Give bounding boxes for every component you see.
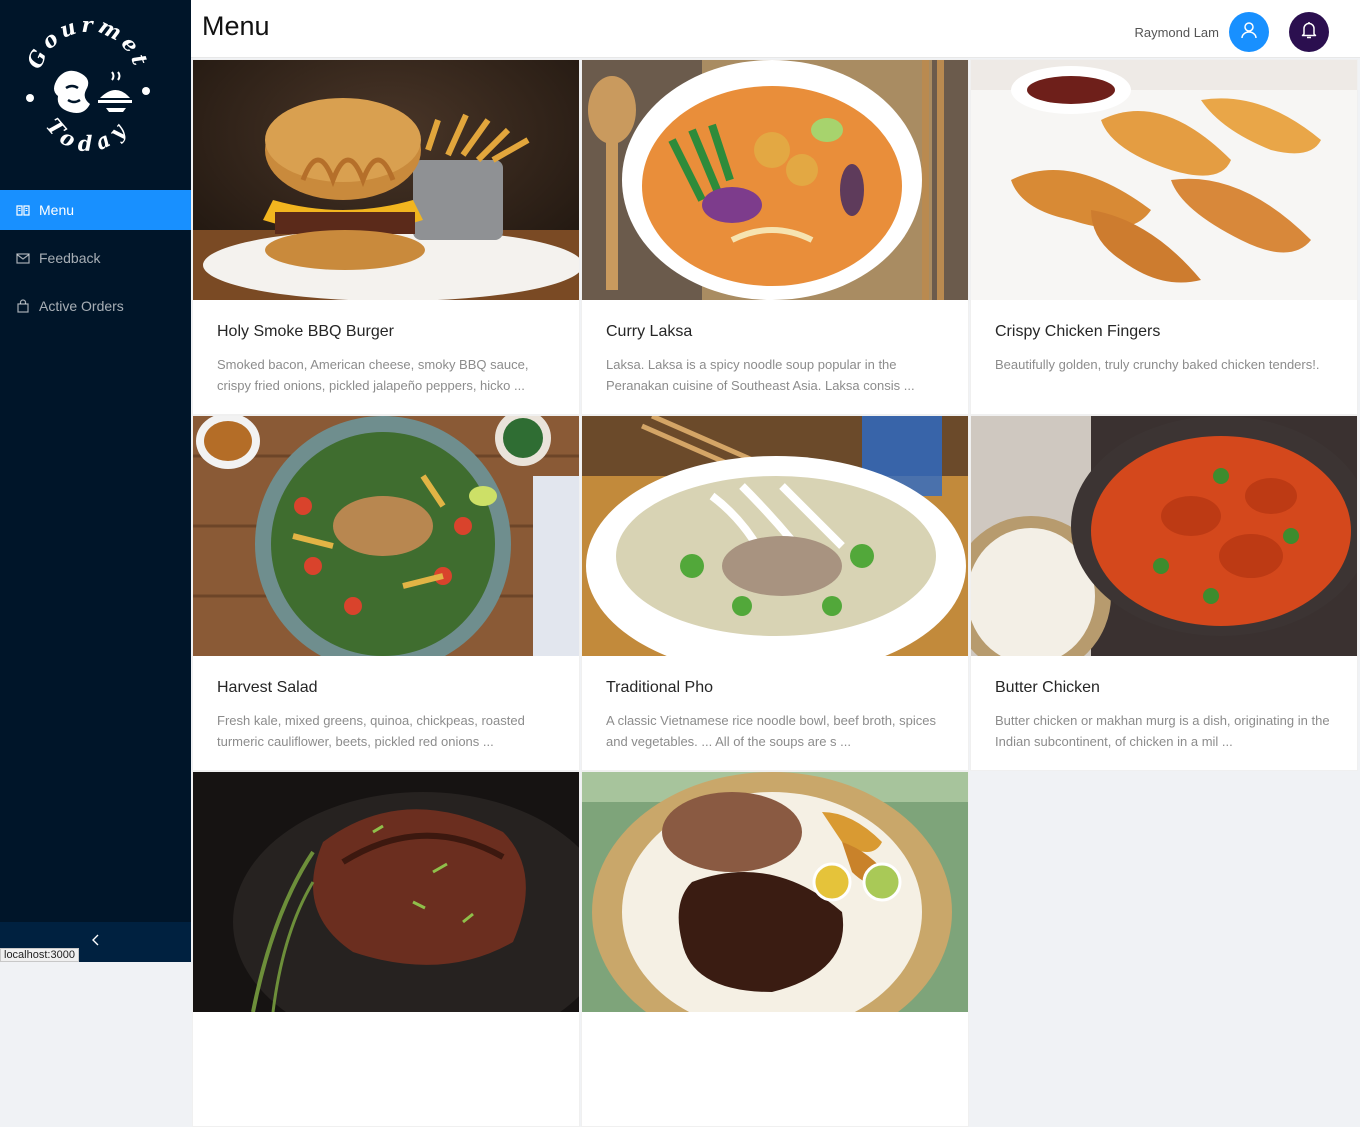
menu-item-description: Laksa. Laksa is a spicy noodle soup popu… bbox=[606, 357, 915, 393]
bell-icon bbox=[1299, 20, 1319, 45]
sidebar-item-active-orders[interactable]: Active Orders bbox=[0, 286, 191, 326]
sidebar: Gourmet Today Menu Feedback Active Order… bbox=[0, 0, 191, 962]
food-image bbox=[193, 416, 579, 656]
book-icon bbox=[16, 203, 30, 217]
shopping-bag-icon bbox=[16, 299, 30, 313]
svg-text:Gourmet: Gourmet bbox=[22, 18, 155, 72]
menu-item-description: Fresh kale, mixed greens, quinoa, chickp… bbox=[217, 713, 525, 749]
menu-item-title: Crispy Chicken Fingers bbox=[995, 323, 1161, 340]
sidebar-item-feedback[interactable]: Feedback bbox=[0, 238, 191, 278]
svg-text:Today: Today bbox=[41, 113, 135, 156]
browser-status-url: localhost:3000 bbox=[0, 948, 79, 962]
sidebar-item-label: Feedback bbox=[39, 250, 101, 266]
user-avatar-button[interactable] bbox=[1229, 12, 1269, 52]
menu-item-title: Butter Chicken bbox=[995, 679, 1100, 696]
food-image bbox=[971, 416, 1357, 656]
menu-card-bbq-burger[interactable]: Holy Smoke BBQ Burger Smoked bacon, Amer… bbox=[192, 59, 580, 415]
menu-item-description bbox=[217, 1048, 555, 1090]
menu-item-description bbox=[606, 1048, 944, 1090]
food-image bbox=[582, 416, 968, 656]
food-image bbox=[193, 772, 579, 1012]
header: Menu Raymond Lam bbox=[191, 0, 1360, 58]
menu-item-description: Beautifully golden, truly crunchy baked … bbox=[995, 357, 1320, 372]
chevron-left-icon bbox=[91, 933, 101, 951]
food-image bbox=[971, 60, 1357, 300]
menu-card-crispy-chicken-fingers[interactable]: Crispy Chicken Fingers Beautifully golde… bbox=[970, 59, 1358, 415]
page-title: Menu bbox=[202, 11, 270, 41]
menu-item-description: Butter chicken or makhan murg is a dish,… bbox=[995, 713, 1330, 749]
user-name: Raymond Lam bbox=[1134, 25, 1219, 40]
menu-item-description: A classic Vietnamese rice noodle bowl, b… bbox=[606, 713, 936, 749]
food-image bbox=[193, 60, 579, 300]
menu-card-butter-chicken[interactable]: Butter Chicken Butter chicken or makhan … bbox=[970, 415, 1358, 771]
mail-icon bbox=[16, 251, 30, 265]
food-image bbox=[582, 60, 968, 300]
menu-card-curry-laksa[interactable]: Curry Laksa Laksa. Laksa is a spicy nood… bbox=[581, 59, 969, 415]
sidebar-item-menu[interactable]: Menu bbox=[0, 190, 191, 230]
sidebar-item-label: Menu bbox=[39, 202, 75, 218]
menu-item-title: Harvest Salad bbox=[217, 679, 318, 696]
menu-item-title: Traditional Pho bbox=[606, 679, 714, 696]
menu-card-harvest-salad[interactable]: Harvest Salad Fresh kale, mixed greens, … bbox=[192, 415, 580, 771]
sidebar-nav: Menu Feedback Active Orders bbox=[0, 190, 191, 334]
food-image bbox=[582, 772, 968, 1012]
menu-item-title: Curry Laksa bbox=[606, 323, 693, 340]
menu-item-description: Smoked bacon, American cheese, smoky BBQ… bbox=[217, 357, 529, 393]
menu-card-steak[interactable] bbox=[192, 771, 580, 1127]
menu-item-title: Holy Smoke BBQ Burger bbox=[217, 323, 394, 340]
gourmet-today-logo[interactable]: Gourmet Today bbox=[18, 12, 158, 168]
menu-card-jerk-chicken[interactable] bbox=[581, 771, 969, 1127]
user-icon bbox=[1240, 21, 1258, 44]
menu-grid: Holy Smoke BBQ Burger Smoked bacon, Amer… bbox=[191, 58, 1360, 1127]
menu-card-traditional-pho[interactable]: Traditional Pho A classic Vietnamese ric… bbox=[581, 415, 969, 771]
notifications-button[interactable] bbox=[1289, 12, 1329, 52]
sidebar-item-label: Active Orders bbox=[39, 298, 124, 314]
